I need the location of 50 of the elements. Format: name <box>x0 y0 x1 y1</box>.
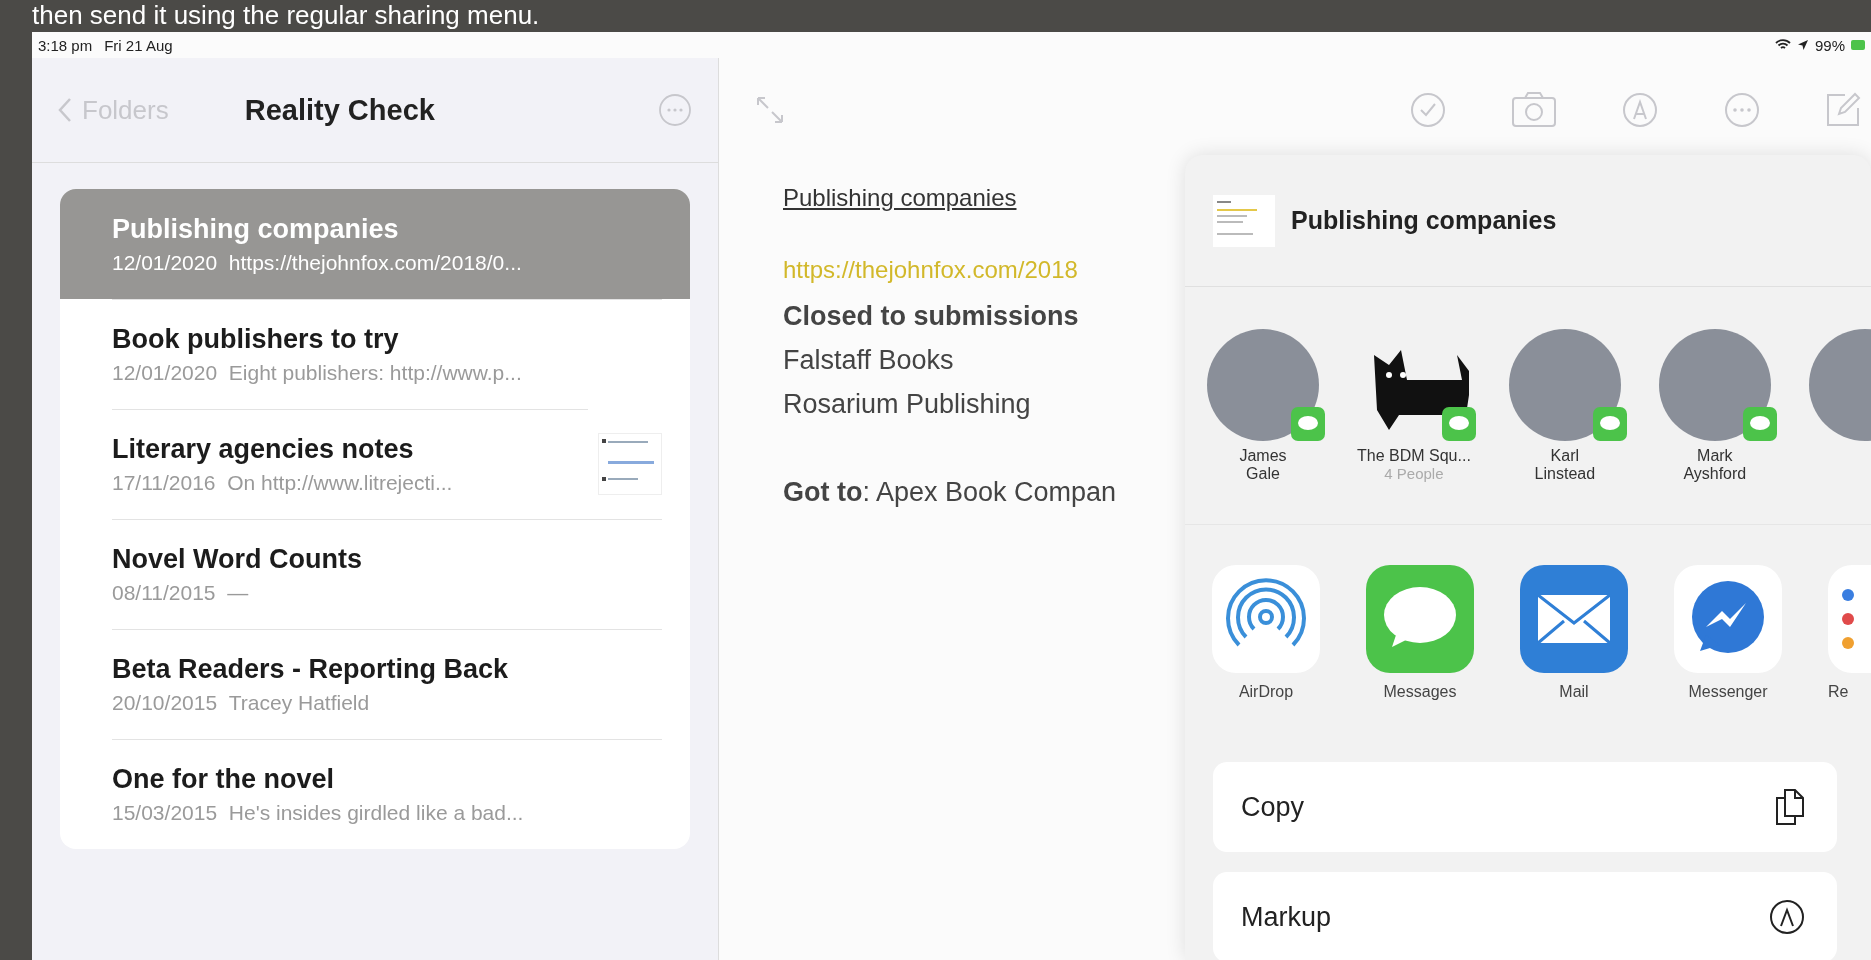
camera-icon[interactable] <box>1511 91 1557 129</box>
note-line: Falstaff Books <box>783 344 954 377</box>
note-item[interactable]: Book publishers to try 12/01/2020 Eight publishers: http://www.p... <box>60 299 690 409</box>
message-badge-icon <box>1441 407 1476 441</box>
battery-percent: 99% <box>1814 36 1845 54</box>
compose-icon[interactable] <box>1825 92 1861 128</box>
status-time: 3:18 pm <box>38 36 93 54</box>
note-item[interactable]: Beta Readers - Reporting Back 20/10/2015 Tracey Hatfield <box>60 629 690 739</box>
share-title: Publishing companies <box>1291 206 1557 235</box>
more-icon[interactable] <box>1723 91 1761 129</box>
pen-circle-icon[interactable] <box>1621 91 1659 129</box>
app-label: Re <box>1828 683 1849 701</box>
contact-name: The BDM Squ... <box>1357 447 1471 465</box>
app-label: AirDrop <box>1238 683 1294 701</box>
message-badge-icon <box>1291 407 1325 441</box>
contact-name: James Gale <box>1238 447 1288 483</box>
more-icon[interactable] <box>658 93 692 127</box>
note-thumbnail <box>1213 194 1275 247</box>
airdrop-icon[interactable] <box>1212 565 1320 673</box>
copy-icon <box>1775 788 1805 826</box>
mail-icon[interactable] <box>1520 565 1628 673</box>
note-line: Closed to submissions <box>783 300 1079 333</box>
location-arrow-icon <box>1796 39 1809 51</box>
message-badge-icon <box>1592 407 1627 441</box>
note-line: Rosarium Publishing <box>783 388 1031 421</box>
caption-text: then send it using the regular sharing menu. <box>31 0 541 32</box>
share-action[interactable]: Markup <box>1213 872 1837 960</box>
chevron-left-icon <box>58 97 72 123</box>
app-label: Messenger <box>1688 683 1768 701</box>
battery-icon <box>1851 39 1865 51</box>
pen-circle-icon <box>1769 899 1805 935</box>
wifi-icon <box>1774 39 1791 51</box>
expand-icon[interactable] <box>755 95 785 125</box>
messenger-icon[interactable] <box>1674 565 1782 673</box>
contact-subtitle: 4 People <box>1384 465 1444 482</box>
app-label: Messages <box>1383 683 1457 701</box>
status-date: Fri 21 Aug <box>104 36 173 54</box>
message-badge-icon <box>1742 407 1777 441</box>
app-label: Mail <box>1559 683 1589 701</box>
messages-icon[interactable] <box>1366 565 1474 673</box>
note-item[interactable]: Novel Word Counts 08/11/2015 — <box>60 519 690 629</box>
note-item[interactable]: Literary agencies notes 17/11/2016 On http://www.litrejecti... <box>60 409 690 519</box>
note-item[interactable]: One for the novel 15/03/2015 He's insides girdled like a bad... <box>60 739 690 849</box>
note-line: Got to: Apex Book Compan <box>783 476 1117 509</box>
share-action[interactable]: Copy <box>1213 762 1837 852</box>
contact-name: Karl Linstead <box>1533 447 1597 483</box>
folder-title: Reality Check <box>244 93 435 127</box>
contact-name: Mark Ayshford <box>1682 447 1748 483</box>
note-title: Publishing companies <box>783 184 1017 212</box>
checkmark-circle-icon[interactable] <box>1409 91 1447 129</box>
